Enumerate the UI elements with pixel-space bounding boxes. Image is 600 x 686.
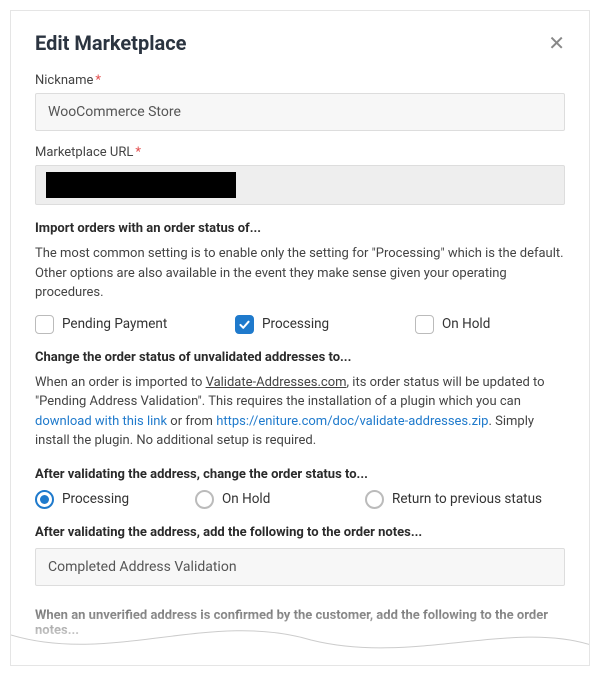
- unverified-heading: When an unverified address is confirmed …: [35, 608, 565, 638]
- required-asterisk: *: [95, 73, 101, 88]
- redacted-url: [46, 172, 236, 198]
- radio-onhold[interactable]: [195, 490, 214, 509]
- validate-addresses-site: Validate-Addresses.com: [206, 375, 347, 390]
- order-notes-heading: After validating the address, add the fo…: [35, 525, 565, 540]
- import-status-heading: Import orders with an order status of...: [35, 221, 565, 236]
- url-label: Marketplace URL*: [35, 145, 565, 160]
- nickname-label-text: Nickname: [35, 73, 93, 88]
- radio-processing[interactable]: [35, 490, 54, 509]
- after-validate-heading: After validating the address, change the…: [35, 467, 565, 482]
- import-status-desc: The most common setting is to enable onl…: [35, 244, 565, 303]
- close-icon[interactable]: ✕: [548, 33, 565, 53]
- radio-return-previous[interactable]: [365, 490, 384, 509]
- checkbox-pending-label: Pending Payment: [62, 316, 167, 332]
- import-status-options: Pending Payment Processing On Hold: [35, 315, 565, 334]
- checkbox-processing-label: Processing: [262, 316, 329, 332]
- radio-processing-label: Processing: [62, 491, 129, 507]
- url-input[interactable]: [35, 165, 565, 205]
- required-asterisk: *: [135, 145, 141, 160]
- nickname-label: Nickname*: [35, 73, 565, 88]
- radio-return-label: Return to previous status: [392, 491, 542, 507]
- unvalidated-desc: When an order is imported to Validate-Ad…: [35, 373, 565, 451]
- order-notes-input[interactable]: Completed Address Validation: [35, 548, 565, 586]
- checkbox-processing[interactable]: [235, 315, 254, 334]
- nickname-input[interactable]: WooCommerce Store: [35, 93, 565, 131]
- unvalidated-pre: When an order is imported to: [35, 375, 206, 390]
- after-validate-options: Processing On Hold Return to previous st…: [35, 490, 565, 509]
- modal-title: Edit Marketplace: [35, 31, 186, 55]
- download-link[interactable]: download with this link: [35, 414, 167, 429]
- modal-frame: Edit Marketplace ✕ Nickname* WooCommerce…: [10, 10, 590, 666]
- unvalidated-mid2: or from: [167, 414, 216, 429]
- zip-link[interactable]: https://eniture.com/doc/validate-address…: [216, 414, 488, 429]
- radio-onhold-label: On Hold: [222, 491, 270, 507]
- url-label-text: Marketplace URL: [35, 145, 133, 160]
- checkbox-pending-payment[interactable]: [35, 315, 54, 334]
- unvalidated-heading: Change the order status of unvalidated a…: [35, 350, 565, 365]
- checkbox-onhold-label: On Hold: [442, 316, 490, 332]
- checkbox-onhold[interactable]: [415, 315, 434, 334]
